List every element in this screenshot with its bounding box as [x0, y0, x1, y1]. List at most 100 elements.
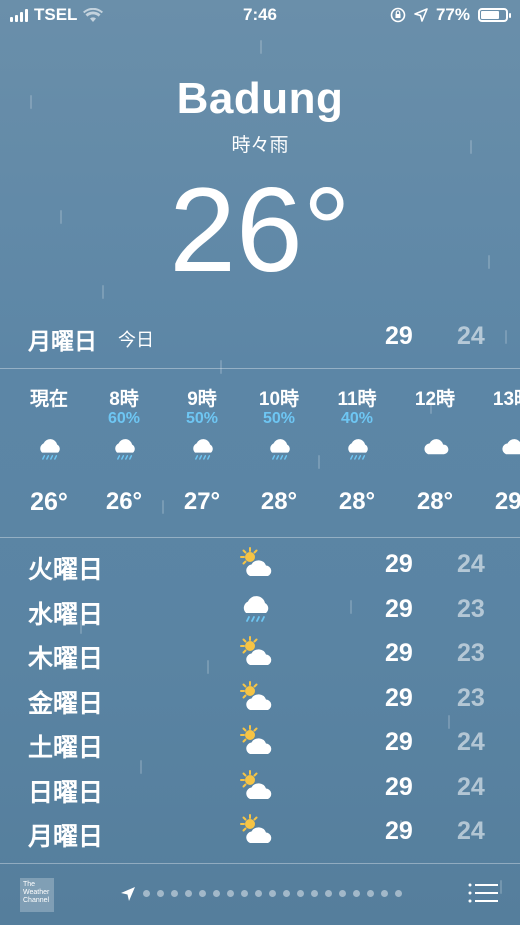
page-dot[interactable] [213, 890, 220, 897]
page-dot[interactable] [185, 890, 192, 897]
current-location-icon[interactable] [120, 886, 136, 902]
cloud-rain-icon [187, 435, 219, 467]
daily-row: 日曜日 29 24 [0, 765, 520, 809]
partly-sunny-icon [236, 680, 276, 716]
hour-label: 13時 [492, 389, 520, 410]
hourly-forecast[interactable]: 現在 26° 8時 60% 26° 9時 50% 27° 10時 50% 28° 11時 40% 28° 1… [0, 370, 520, 536]
day-name: 木曜日 [28, 645, 104, 673]
low-temperature: 24 [457, 772, 485, 801]
cloud-rain-icon [264, 435, 296, 467]
page-dot[interactable] [171, 890, 178, 897]
precip-chance: 50% [185, 410, 219, 427]
hour-temperature: 28° [260, 488, 298, 515]
hour-temperature: 28° [338, 488, 376, 515]
high-temperature: 29 [385, 639, 413, 667]
day-name: 水曜日 [28, 600, 104, 629]
high-temperature: 29 [385, 728, 413, 756]
low-temperature: 23 [457, 683, 485, 712]
high-temperature: 29 [385, 683, 413, 712]
today-low: 24 [457, 322, 485, 350]
page-dot[interactable] [241, 890, 248, 897]
page-dot[interactable] [311, 890, 318, 897]
page-dot[interactable] [157, 890, 164, 897]
battery-icon [478, 8, 511, 22]
hour-temperature: 28° [416, 488, 454, 515]
hour-temperature: 27° [183, 488, 221, 515]
page-dot[interactable] [199, 890, 206, 897]
hour-label: 9時 [187, 389, 217, 410]
daily-row: 金曜日 29 23 [0, 676, 520, 720]
today-label: 今日 [118, 330, 154, 350]
page-indicator[interactable] [143, 890, 402, 897]
status-bar: TSEL 7:46 77% [0, 0, 520, 30]
hour-label: 11時 [337, 389, 377, 410]
hour-label: 12時 [414, 389, 456, 410]
partly-sunny-icon [236, 769, 276, 805]
page-dot[interactable] [367, 890, 374, 897]
weather-channel-logo[interactable]: The Weather Channel [20, 878, 54, 912]
daily-row: 木曜日 29 23 [0, 631, 520, 675]
today-day: 月曜日 [28, 328, 97, 354]
city-name: Badung [176, 74, 344, 123]
day-name: 金曜日 [28, 689, 104, 718]
page-dot[interactable] [255, 890, 262, 897]
hour-temperature: 29° [494, 488, 520, 515]
divider [0, 368, 520, 369]
daily-row: 月曜日 29 24 [0, 809, 520, 853]
hour-label: 8時 [109, 389, 139, 410]
low-temperature: 23 [457, 639, 485, 667]
cloud-rain-icon [109, 435, 141, 467]
cloud-rain-icon [236, 591, 276, 627]
day-name: 火曜日 [28, 556, 104, 584]
page-dot[interactable] [283, 890, 290, 897]
battery-percent: 77% [435, 5, 470, 24]
page-dot[interactable] [325, 890, 332, 897]
page-dot[interactable] [269, 890, 276, 897]
daily-row: 水曜日 29 23 [0, 587, 520, 631]
hour-label: 現在 [29, 389, 68, 410]
day-name: 月曜日 [28, 823, 104, 851]
low-temperature: 24 [457, 728, 485, 756]
day-name: 土曜日 [28, 734, 104, 762]
current-temperature: 26° [169, 163, 351, 297]
location-services-icon [414, 8, 428, 22]
low-temperature: 24 [457, 817, 485, 845]
bottom-toolbar: The Weather Channel [0, 864, 520, 925]
page-dot[interactable] [297, 890, 304, 897]
page-dot[interactable] [339, 890, 346, 897]
high-temperature: 29 [385, 550, 413, 578]
partly-sunny-icon [236, 546, 276, 582]
precip-chance: 50% [262, 410, 296, 427]
high-temperature: 29 [385, 594, 413, 623]
hour-temperature: 26° [105, 488, 143, 515]
page-dot[interactable] [227, 890, 234, 897]
hour-temperature: 26° [30, 488, 68, 516]
high-temperature: 29 [385, 772, 413, 801]
high-temperature: 29 [385, 817, 413, 845]
partly-sunny-icon [236, 635, 276, 671]
precip-chance: 40% [340, 410, 374, 427]
precip-chance: 60% [107, 410, 141, 427]
partly-sunny-icon [236, 813, 276, 849]
rotation-lock-icon [390, 7, 406, 23]
cloud-icon [420, 435, 452, 467]
today-high: 29 [385, 322, 413, 350]
page-dot[interactable] [395, 890, 402, 897]
today-summary: 月曜日 今日 29 24 [0, 318, 520, 354]
day-name: 日曜日 [28, 778, 104, 807]
hour-label: 10時 [258, 389, 300, 410]
cloud-rain-icon [34, 435, 66, 467]
page-dot[interactable] [353, 890, 360, 897]
partly-sunny-icon [236, 724, 276, 760]
page-dot[interactable] [381, 890, 388, 897]
daily-row: 土曜日 29 24 [0, 720, 520, 764]
cloud-icon [498, 435, 520, 467]
page-dot[interactable] [143, 890, 150, 897]
cloud-rain-icon [342, 435, 374, 467]
divider [0, 537, 520, 538]
low-temperature: 24 [457, 550, 485, 578]
low-temperature: 23 [457, 594, 485, 623]
city-list-icon[interactable] [468, 882, 498, 904]
daily-row: 火曜日 29 24 [0, 542, 520, 586]
condition-text: 時々雨 [231, 135, 289, 156]
